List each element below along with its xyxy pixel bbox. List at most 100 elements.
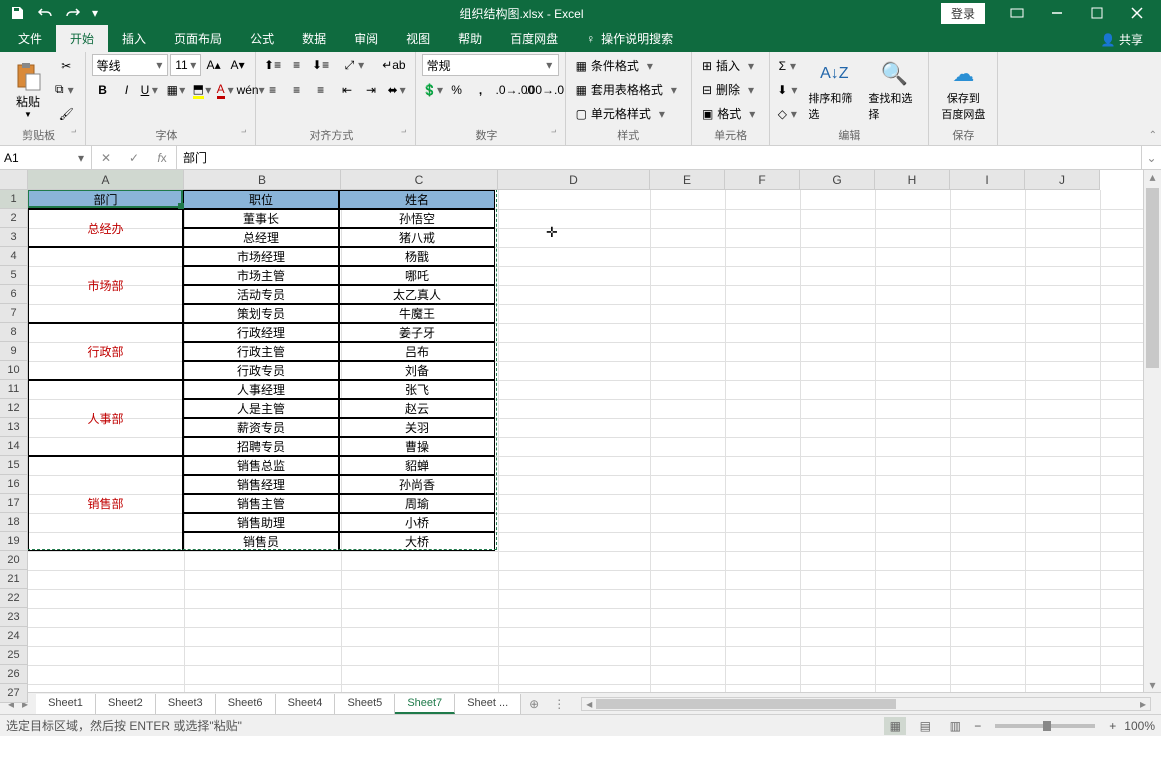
- sheet-tabs-more-icon[interactable]: ⋮: [547, 697, 571, 711]
- tab-insert[interactable]: 插入: [108, 25, 160, 52]
- align-middle-icon[interactable]: ≡: [286, 54, 308, 76]
- row-header-17[interactable]: 17: [0, 494, 28, 513]
- zoom-in-icon[interactable]: +: [1109, 719, 1116, 733]
- normal-view-icon[interactable]: ▦: [884, 717, 906, 735]
- row-header-9[interactable]: 9: [0, 342, 28, 361]
- sheet-tab-Sheet ...[interactable]: Sheet ...: [455, 694, 521, 714]
- close-icon[interactable]: [1117, 0, 1157, 26]
- row-header-22[interactable]: 22: [0, 589, 28, 608]
- format-cells-button[interactable]: ▣格式▾: [698, 103, 763, 125]
- row-header-15[interactable]: 15: [0, 456, 28, 475]
- tab-file[interactable]: 文件: [4, 25, 56, 52]
- vertical-scrollbar[interactable]: ▴ ▾: [1143, 170, 1161, 692]
- sheet-tab-Sheet5[interactable]: Sheet5: [335, 694, 395, 714]
- qat-customize-icon[interactable]: ▾: [88, 2, 102, 24]
- autosum-icon[interactable]: Σ▾: [776, 55, 802, 77]
- fill-icon[interactable]: ⬇▾: [776, 79, 802, 101]
- merge-center-icon[interactable]: ⬌▾: [387, 79, 409, 101]
- increase-indent-icon[interactable]: ⇥: [360, 79, 382, 101]
- column-header-G[interactable]: G: [800, 170, 875, 190]
- row-header-3[interactable]: 3: [0, 228, 28, 247]
- row-header-16[interactable]: 16: [0, 475, 28, 494]
- align-top-icon[interactable]: ⬆≡: [262, 54, 284, 76]
- tell-me[interactable]: ♀ 操作说明搜索: [572, 25, 687, 52]
- conditional-format-button[interactable]: ▦条件格式▾: [572, 55, 685, 77]
- column-header-I[interactable]: I: [950, 170, 1025, 190]
- decrease-decimal-icon[interactable]: .00→.0: [531, 79, 559, 101]
- decrease-font-icon[interactable]: A▾: [227, 54, 249, 76]
- tab-baidu[interactable]: 百度网盘: [496, 25, 572, 52]
- insert-cells-button[interactable]: ⊞插入▾: [698, 55, 763, 77]
- row-header-20[interactable]: 20: [0, 551, 28, 570]
- number-format-combo[interactable]: ▾: [422, 54, 559, 76]
- bold-button[interactable]: B: [92, 79, 114, 101]
- row-header-21[interactable]: 21: [0, 570, 28, 589]
- group-label-font[interactable]: 字体: [92, 125, 249, 145]
- font-size-combo[interactable]: ▾: [170, 54, 200, 76]
- row-header-19[interactable]: 19: [0, 532, 28, 551]
- zoom-out-icon[interactable]: −: [974, 719, 981, 733]
- cut-icon[interactable]: ✂: [54, 55, 79, 77]
- tab-view[interactable]: 视图: [392, 25, 444, 52]
- tab-data[interactable]: 数据: [288, 25, 340, 52]
- fill-color-icon[interactable]: ⬒▾: [192, 79, 214, 101]
- column-header-D[interactable]: D: [498, 170, 650, 190]
- row-header-10[interactable]: 10: [0, 361, 28, 380]
- name-box[interactable]: ▾: [0, 146, 92, 169]
- tab-home[interactable]: 开始: [56, 25, 108, 52]
- share-button[interactable]: 👤 共享: [1091, 27, 1153, 52]
- underline-button[interactable]: U▾: [140, 79, 162, 101]
- tab-formulas[interactable]: 公式: [236, 25, 288, 52]
- row-header-8[interactable]: 8: [0, 323, 28, 342]
- group-label-clipboard[interactable]: 剪贴板: [6, 125, 79, 145]
- italic-button[interactable]: I: [116, 79, 138, 101]
- row-header-25[interactable]: 25: [0, 646, 28, 665]
- font-name-combo[interactable]: ▾: [92, 54, 169, 76]
- clear-icon[interactable]: ◇▾: [776, 103, 802, 125]
- select-all-corner[interactable]: [0, 170, 28, 190]
- column-header-F[interactable]: F: [725, 170, 800, 190]
- row-header-6[interactable]: 6: [0, 285, 28, 304]
- zoom-level[interactable]: 100%: [1124, 719, 1155, 733]
- accounting-format-icon[interactable]: 💲▾: [422, 79, 444, 101]
- sheet-tab-Sheet1[interactable]: Sheet1: [36, 694, 96, 714]
- collapse-ribbon-icon[interactable]: ⌃: [1149, 130, 1157, 141]
- page-layout-view-icon[interactable]: ▤: [914, 717, 936, 735]
- sheet-tab-Sheet4[interactable]: Sheet4: [276, 694, 336, 714]
- grid[interactable]: 部门职位姓名总经办董事长孙悟空总经理猪八戒市场部市场经理杨戬市场主管哪吒活动专员…: [28, 190, 1143, 692]
- save-icon[interactable]: [4, 2, 30, 24]
- row-header-14[interactable]: 14: [0, 437, 28, 456]
- hscroll-right-icon[interactable]: ▸: [1136, 698, 1150, 710]
- cancel-formula-icon[interactable]: ✕: [92, 151, 120, 165]
- row-header-23[interactable]: 23: [0, 608, 28, 627]
- ribbon-display-icon[interactable]: [997, 0, 1037, 26]
- page-break-view-icon[interactable]: ▥: [944, 717, 966, 735]
- tab-pagelayout[interactable]: 页面布局: [160, 25, 236, 52]
- horizontal-scroll-thumb[interactable]: [596, 699, 896, 709]
- row-header-7[interactable]: 7: [0, 304, 28, 323]
- row-header-1[interactable]: 1: [0, 190, 28, 209]
- formula-input[interactable]: 部门: [177, 146, 1141, 169]
- align-center-icon[interactable]: ≡: [286, 79, 308, 101]
- group-label-alignment[interactable]: 对齐方式: [262, 125, 409, 145]
- format-as-table-button[interactable]: ▦套用表格格式▾: [572, 79, 685, 101]
- row-header-11[interactable]: 11: [0, 380, 28, 399]
- vertical-scroll-thumb[interactable]: [1146, 188, 1159, 368]
- redo-icon[interactable]: [60, 2, 86, 24]
- zoom-slider[interactable]: [995, 724, 1095, 728]
- tab-help[interactable]: 帮助: [444, 25, 496, 52]
- row-header-4[interactable]: 4: [0, 247, 28, 266]
- minimize-icon[interactable]: [1037, 0, 1077, 26]
- column-header-B[interactable]: B: [184, 170, 341, 190]
- expand-formula-bar-icon[interactable]: ⌄: [1141, 146, 1161, 169]
- paste-button[interactable]: 粘贴▼: [6, 54, 50, 125]
- row-header-18[interactable]: 18: [0, 513, 28, 532]
- login-button[interactable]: 登录: [941, 3, 985, 24]
- align-bottom-icon[interactable]: ⬇≡: [310, 54, 332, 76]
- maximize-icon[interactable]: [1077, 0, 1117, 26]
- format-painter-icon[interactable]: 🖌: [54, 103, 79, 125]
- border-icon[interactable]: ▦▾: [166, 79, 188, 101]
- row-header-2[interactable]: 2: [0, 209, 28, 228]
- cell-styles-button[interactable]: ▢单元格样式▾: [572, 103, 685, 125]
- column-header-E[interactable]: E: [650, 170, 725, 190]
